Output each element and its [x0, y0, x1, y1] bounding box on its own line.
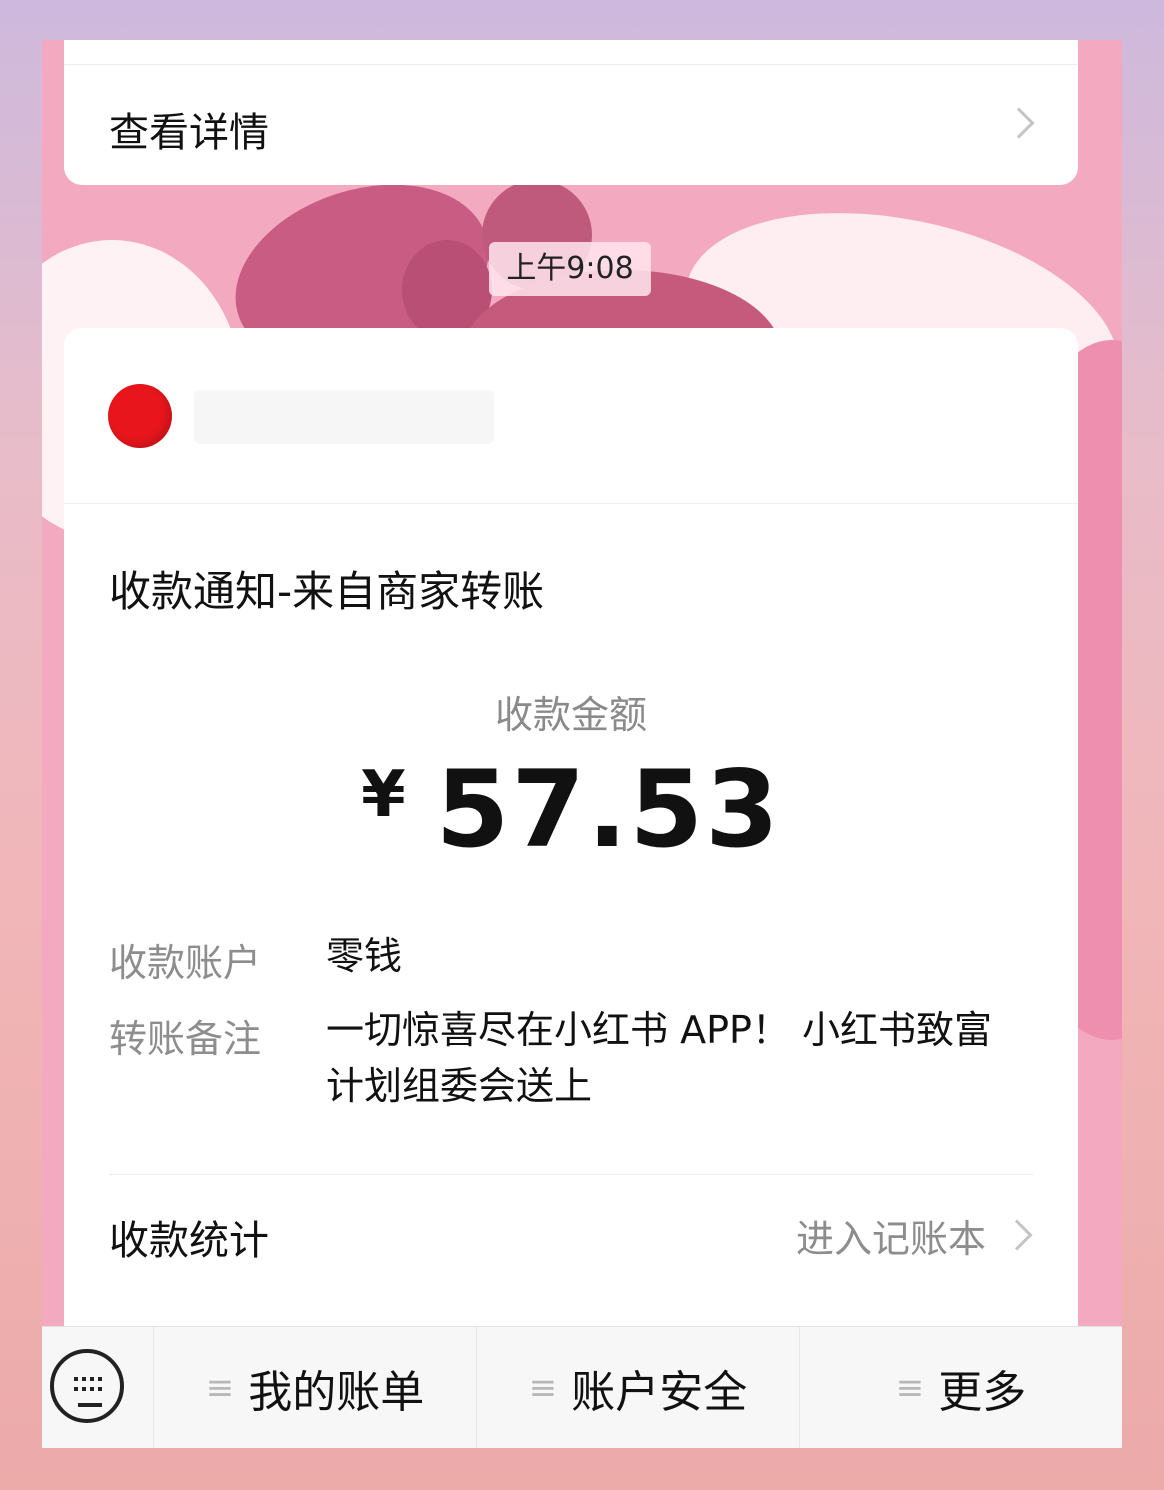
menu-my-bills[interactable]: ≡ 我的账单 — [154, 1327, 477, 1448]
menu-icon: ≡ — [528, 1367, 558, 1408]
menu-label: 我的账单 — [248, 1366, 425, 1418]
amount-label: 收款金额 — [494, 693, 647, 737]
menu-label: 更多 — [938, 1366, 1027, 1418]
menu-label: 账户安全 — [571, 1366, 748, 1418]
menu-icon: ≡ — [895, 1367, 925, 1408]
avatar[interactable] — [108, 384, 172, 448]
message-timestamp: 上午9:08 — [489, 242, 651, 296]
menu-more[interactable]: ≡ 更多 — [800, 1327, 1122, 1448]
keyboard-toggle-button[interactable] — [42, 1327, 154, 1448]
divider — [109, 1174, 1033, 1175]
menu-account-security[interactable]: ≡ 账户安全 — [477, 1327, 800, 1448]
notification-title: 收款通知-来自商家转账 — [109, 567, 545, 616]
sender-name-redacted — [194, 390, 494, 444]
account-label: 收款账户 — [109, 941, 262, 985]
sender-header[interactable] — [64, 328, 1078, 504]
open-ledger-link[interactable]: 进入记账本 — [796, 1208, 986, 1263]
view-details-link[interactable]: 查看详情 — [109, 100, 269, 158]
payment-notification-card[interactable]: 收款通知-来自商家转账 收款金额 ¥57.53 收款账户 零钱 转账备注 一切惊… — [64, 328, 1078, 1328]
menu-icon: ≡ — [205, 1367, 235, 1408]
account-value: 零钱 — [326, 934, 403, 978]
currency-symbol: ¥ — [361, 758, 406, 832]
bottom-menu-bar: ≡ 我的账单 ≡ 账户安全 ≡ 更多 — [42, 1326, 1122, 1448]
remark-label: 转账备注 — [109, 1017, 262, 1061]
keyboard-icon[interactable] — [50, 1349, 124, 1423]
amount-value: 57.53 — [435, 748, 781, 871]
phone-screen: 查看详情 上午9:08 收款通知-来自商家转账 收款金额 ¥57.53 收款账户… — [42, 40, 1122, 1448]
chevron-right-icon[interactable] — [1001, 1219, 1033, 1251]
remark-value: 一切惊喜尽在小红书 APP！ 小红书致富计划组委会送上 — [326, 1008, 992, 1108]
chevron-right-icon[interactable] — [1003, 107, 1035, 139]
divider — [64, 64, 1078, 65]
payment-stats-label[interactable]: 收款统计 — [109, 1208, 269, 1266]
amount-display: ¥57.53 — [64, 748, 1078, 871]
previous-message-card: 查看详情 — [64, 40, 1078, 185]
